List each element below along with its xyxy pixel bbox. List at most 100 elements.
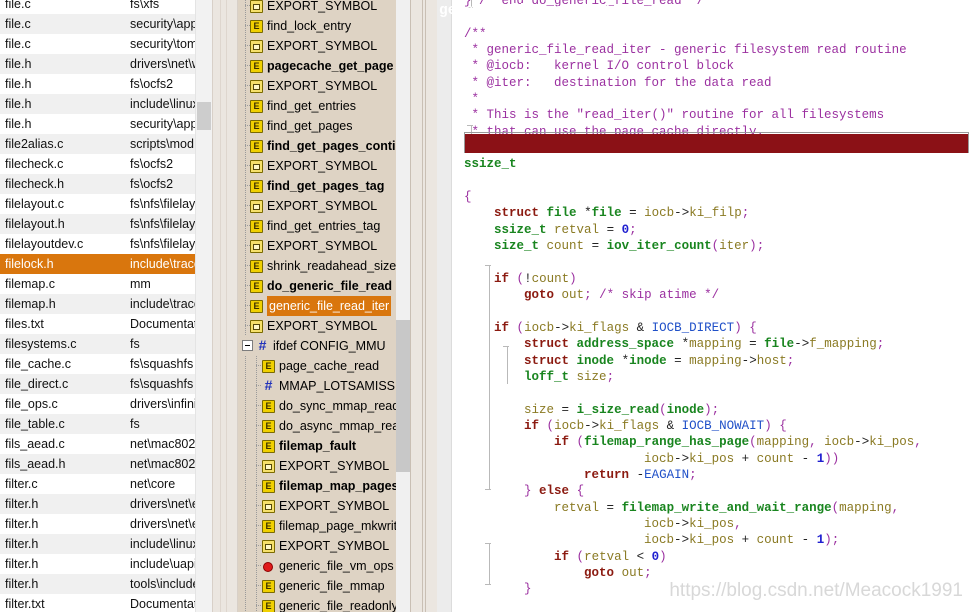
tree-expander-cell[interactable]	[240, 336, 256, 356]
file-row[interactable]: file.c security\appa	[0, 14, 212, 34]
file-row[interactable]: filelock.h include\trace\	[0, 254, 212, 274]
file-name: file2alias.c	[5, 137, 64, 151]
file-row[interactable]: file_cache.c fs\squashfs	[0, 354, 212, 374]
file-row[interactable]: filter.h include\uapi\	[0, 554, 212, 574]
file-name: file_table.c	[5, 417, 65, 431]
file-row[interactable]: file.c fs\xfs	[0, 0, 212, 14]
file-row[interactable]: fils_aead.c net\mac80211	[0, 434, 212, 454]
tree-item[interactable]: filemap_map_pages	[238, 476, 410, 496]
file-row[interactable]: file2alias.c scripts\mod	[0, 134, 212, 154]
right-splitter[interactable]	[410, 0, 437, 612]
file-row[interactable]: file_table.c fs	[0, 414, 212, 434]
tree-item[interactable]: EXPORT_SYMBOL	[238, 36, 410, 56]
hash-icon	[256, 337, 269, 354]
tree-item[interactable]: generic_file_read_iter	[238, 296, 410, 316]
file-list-scrollbar-thumb[interactable]	[197, 102, 211, 130]
file-name: file.h	[5, 77, 32, 91]
tree-item[interactable]: find_get_pages_contig	[238, 136, 410, 156]
tree-item[interactable]: page_cache_read	[238, 356, 410, 376]
code-line: goto out;	[584, 566, 652, 581]
file-row[interactable]: filemap.h include\trace\	[0, 294, 212, 314]
tree-item[interactable]: find_get_entries_tag	[238, 216, 410, 236]
tree-item[interactable]: EXPORT_SYMBOL	[238, 536, 410, 556]
tree-item[interactable]: generic_file_vm_ops	[238, 556, 410, 576]
left-splitter[interactable]	[212, 0, 238, 612]
symbol-tree-scrollbar[interactable]	[396, 0, 410, 612]
function-icon	[250, 179, 263, 193]
file-list[interactable]: file.c fs\xfs file.c security\appa file.c sec…	[0, 0, 212, 612]
tree-item[interactable]: find_get_entries	[238, 96, 410, 116]
tree-item[interactable]: EXPORT_SYMBOL	[238, 236, 410, 256]
tree-item[interactable]: shrink_readahead_size_	[238, 256, 410, 276]
file-row[interactable]: filelayout.h fs\nfs\filelayo	[0, 214, 212, 234]
tree-item[interactable]: EXPORT_SYMBOL	[238, 456, 410, 476]
tree-item[interactable]: filemap_fault	[238, 436, 410, 456]
tree-item[interactable]: MMAP_LOTSAMISS	[238, 376, 410, 396]
symbol-tree[interactable]: EXPORT_SYMBOL find_lock_entry EXPORT_SYMBO…	[238, 0, 410, 612]
tree-item[interactable]: do_async_mmap_read	[238, 416, 410, 436]
macro-icon	[250, 0, 263, 13]
tree-item[interactable]: generic_file_readonly	[238, 596, 410, 612]
file-row[interactable]: filelayoutdev.c fs\nfs\filelayo	[0, 234, 212, 254]
collapse-icon[interactable]	[242, 340, 253, 351]
tree-item-label: filemap_page_mkwrite	[279, 519, 405, 533]
file-row[interactable]: file.h fs\ocfs2	[0, 74, 212, 94]
function-icon	[262, 399, 275, 413]
tree-guide	[240, 16, 250, 36]
file-row[interactable]: filecheck.h fs\ocfs2	[0, 174, 212, 194]
tree-item[interactable]: EXPORT_SYMBOL	[238, 156, 410, 176]
tree-item-label: generic_file_mmap	[279, 579, 385, 593]
file-row[interactable]: filecheck.c fs\ocfs2	[0, 154, 212, 174]
file-row[interactable]: file_ops.c drivers\infinib	[0, 394, 212, 414]
tree-item[interactable]: EXPORT_SYMBOL	[238, 496, 410, 516]
file-row[interactable]: filter.h include\linux	[0, 534, 212, 554]
tree-guide	[240, 436, 262, 456]
file-row[interactable]: file.c security\tomo	[0, 34, 212, 54]
code-line: /**	[464, 26, 487, 41]
file-name: filecheck.h	[5, 177, 65, 191]
tree-item[interactable]: find_get_pages_tag	[238, 176, 410, 196]
file-row[interactable]: filter.h drivers\net\et	[0, 514, 212, 534]
code-line: ssize_t retval = 0;	[494, 222, 637, 237]
tree-item-label: EXPORT_SYMBOL	[279, 459, 390, 473]
file-row[interactable]: file.h drivers\net\w	[0, 54, 212, 74]
file-row[interactable]: file_direct.c fs\squashfs	[0, 374, 212, 394]
file-row[interactable]: filelayout.c fs\nfs\filelayo	[0, 194, 212, 214]
tree-item[interactable]: generic_file_mmap	[238, 576, 410, 596]
tree-item[interactable]: EXPORT_SYMBOL	[238, 0, 410, 16]
macro-icon	[250, 239, 263, 253]
macro-icon	[250, 79, 263, 93]
editor-fold-margin[interactable]	[453, 0, 463, 612]
tree-item-label: do_generic_file_read	[267, 279, 393, 293]
file-row[interactable]: filter.c net\core	[0, 474, 212, 494]
file-row[interactable]: filesystems.c fs	[0, 334, 212, 354]
macro-icon	[262, 499, 275, 513]
tree-item[interactable]: EXPORT_SYMBOL	[238, 316, 410, 336]
file-name: file_direct.c	[5, 377, 69, 391]
file-name: filecheck.c	[5, 157, 64, 171]
tree-item[interactable]: do_generic_file_read	[238, 276, 410, 296]
tree-item[interactable]: filemap_page_mkwrite	[238, 516, 410, 536]
file-name: filter.h	[5, 517, 39, 531]
file-row[interactable]: file.h security\appa	[0, 114, 212, 134]
tree-item[interactable]: EXPORT_SYMBOL	[238, 196, 410, 216]
file-row[interactable]: fils_aead.h net\mac80211	[0, 454, 212, 474]
code-text[interactable]: } /* end do_generic_file_read */ /** * g…	[464, 0, 969, 612]
file-row[interactable]: files.txt Documentatio	[0, 314, 212, 334]
tree-item[interactable]: pagecache_get_page	[238, 56, 410, 76]
tree-item[interactable]: find_lock_entry	[238, 16, 410, 36]
file-row[interactable]: filter.h tools\include\	[0, 574, 212, 594]
file-list-scrollbar[interactable]	[195, 0, 212, 612]
symbol-tree-scrollbar-thumb[interactable]	[396, 320, 410, 472]
file-name: filter.h	[5, 497, 39, 511]
tree-item[interactable]: ifdef CONFIG_MMU	[238, 336, 410, 356]
tree-item[interactable]: EXPORT_SYMBOL	[238, 76, 410, 96]
code-editor-panel[interactable]: } /* end do_generic_file_read */ /** * g…	[437, 0, 969, 612]
tree-item[interactable]: find_get_pages	[238, 116, 410, 136]
file-row[interactable]: filter.h drivers\net\et	[0, 494, 212, 514]
file-row[interactable]: filemap.c mm	[0, 274, 212, 294]
file-row[interactable]: filter.txt Documentatio	[0, 594, 212, 612]
tree-item[interactable]: do_sync_mmap_read	[238, 396, 410, 416]
file-row[interactable]: file.h include\linux	[0, 94, 212, 114]
